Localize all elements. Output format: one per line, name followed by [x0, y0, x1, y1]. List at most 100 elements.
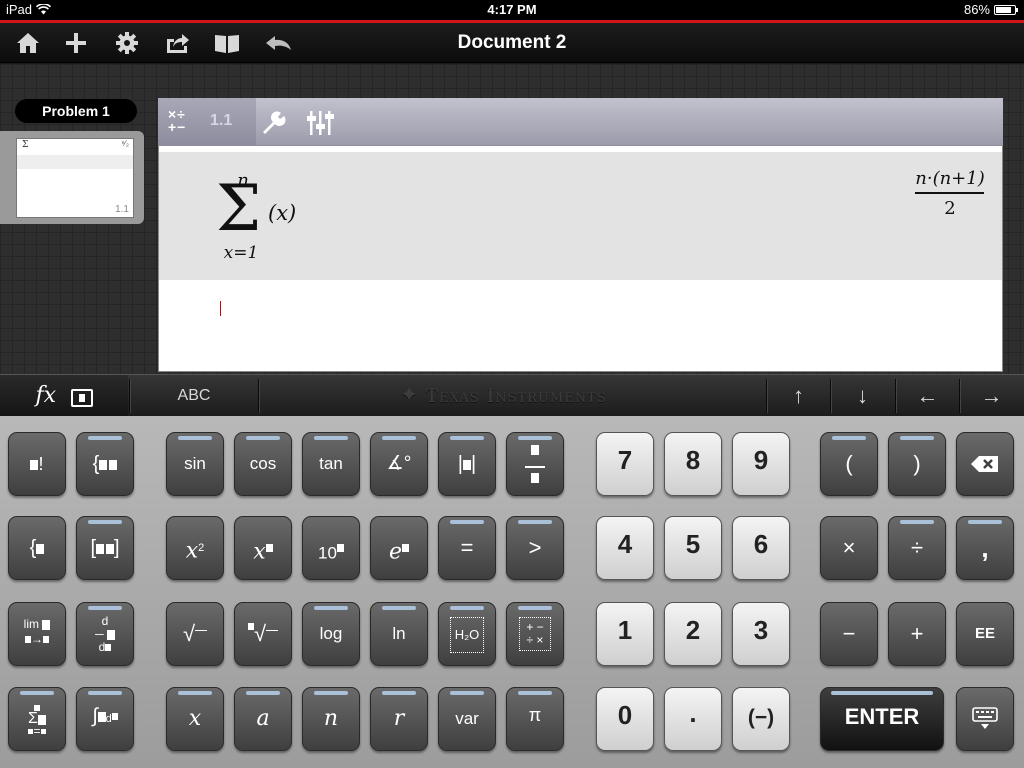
- clock: 4:17 PM: [487, 2, 537, 17]
- key-9[interactable]: 9: [732, 432, 790, 496]
- tan-label: tan: [319, 454, 343, 473]
- pi-key[interactable]: π: [506, 687, 564, 751]
- matrix-template-key[interactable]: []: [76, 516, 134, 580]
- fraction-template-key[interactable]: [506, 432, 564, 496]
- square-root-key[interactable]: √: [166, 602, 224, 666]
- arrow-up-key[interactable]: ↑: [767, 375, 830, 417]
- sin-label: sin: [184, 454, 206, 473]
- log-key[interactable]: log: [302, 602, 360, 666]
- negative-key[interactable]: (−): [732, 687, 790, 751]
- tab-math[interactable]: fx: [0, 375, 128, 417]
- key-2[interactable]: 2: [664, 602, 722, 666]
- plus-key[interactable]: +: [888, 602, 946, 666]
- derivative-template-key[interactable]: d ─ d: [76, 602, 134, 666]
- tab-abc[interactable]: ABC: [130, 375, 258, 417]
- key-1[interactable]: 1: [596, 602, 654, 666]
- backspace-key[interactable]: [956, 432, 1014, 496]
- backspace-icon: [957, 455, 1013, 479]
- ee-key[interactable]: EE: [956, 602, 1014, 666]
- battery-icon: [994, 4, 1018, 15]
- wrench-icon[interactable]: [260, 110, 286, 141]
- expression-box-icon: + − ÷ ×: [519, 617, 551, 651]
- expression-box-key[interactable]: + − ÷ ×: [506, 602, 564, 666]
- sliders-icon[interactable]: [306, 109, 336, 142]
- key-6[interactable]: 6: [732, 516, 790, 580]
- key-7[interactable]: 7: [596, 432, 654, 496]
- result-denominator: 2: [944, 198, 956, 219]
- sin-key[interactable]: sin: [166, 432, 224, 496]
- tab-divider: [258, 379, 259, 413]
- divide-key[interactable]: ÷: [888, 516, 946, 580]
- result-fraction-bar: [915, 192, 984, 194]
- nth-root-key[interactable]: √: [234, 602, 292, 666]
- sigma-icon: Σ: [216, 172, 262, 246]
- limit-template-key[interactable]: lim →: [8, 602, 66, 666]
- thumb-sigma-icon: Σ: [22, 140, 29, 150]
- sum-term: (x): [268, 201, 297, 225]
- chemistry-box-key[interactable]: H₂O: [438, 602, 496, 666]
- cos-key[interactable]: cos: [234, 432, 292, 496]
- decimal-key[interactable]: .: [664, 687, 722, 751]
- angle-icon: ∡°: [386, 453, 412, 474]
- open-paren-key[interactable]: (: [820, 432, 878, 496]
- var-r-key[interactable]: r: [370, 687, 428, 751]
- ln-key[interactable]: ln: [370, 602, 428, 666]
- var-a-key[interactable]: a: [234, 687, 292, 751]
- ti-brand-text: Texas Instruments: [425, 385, 607, 407]
- entry-line[interactable]: [159, 280, 1002, 371]
- enter-key[interactable]: ENTER: [820, 687, 944, 751]
- key-0[interactable]: 0: [596, 687, 654, 751]
- calculator-app-icon[interactable]: ×÷ +−: [168, 107, 186, 134]
- page-thumbnail[interactable]: Σ ⁿ⁄₂ 1.1: [16, 138, 134, 218]
- keyboard-icon: [957, 706, 1013, 736]
- greater-than-key[interactable]: >: [506, 516, 564, 580]
- system-template-key[interactable]: {: [8, 516, 66, 580]
- key-4[interactable]: 4: [596, 516, 654, 580]
- fx-label: fx: [35, 383, 57, 408]
- exp-key[interactable]: e: [370, 516, 428, 580]
- var-n-key[interactable]: n: [302, 687, 360, 751]
- key-8[interactable]: 8: [664, 432, 722, 496]
- var-x-key[interactable]: x: [166, 687, 224, 751]
- keyboard-toggle-key[interactable]: [956, 687, 1014, 751]
- close-paren-key[interactable]: ): [888, 432, 946, 496]
- tan-key[interactable]: tan: [302, 432, 360, 496]
- thumb-entry-band: [17, 155, 133, 169]
- multiply-key[interactable]: ×: [820, 516, 878, 580]
- result-numerator: n·(n+1): [915, 168, 985, 189]
- equals-key[interactable]: =: [438, 516, 496, 580]
- document-title: Document 2: [457, 32, 567, 53]
- power-key[interactable]: x: [234, 516, 292, 580]
- comma-key[interactable]: ,: [956, 516, 1014, 580]
- arrow-left-key[interactable]: ←: [896, 375, 959, 417]
- summation-template-key[interactable]: Σ =: [8, 687, 66, 751]
- factorial-key[interactable]: !: [8, 432, 66, 496]
- arrow-right-key[interactable]: →: [960, 375, 1023, 417]
- piecewise-template-key[interactable]: {: [76, 432, 134, 496]
- page-number: 1.1: [210, 112, 233, 129]
- integral-icon: ∫ d: [77, 705, 133, 730]
- thumb-fraction-icon: ⁿ⁄₂: [121, 139, 129, 148]
- page-toolbar: ×÷ +− 1.1: [158, 98, 1003, 146]
- key-3[interactable]: 3: [732, 602, 790, 666]
- keyboard-tab-bar: fx ABC ✦ Texas Instruments ↑ ↓ ← →: [0, 374, 1024, 417]
- integral-template-key[interactable]: ∫ d: [76, 687, 134, 751]
- battery-percent: 86%: [963, 2, 990, 17]
- ti-state-icon: ✦: [400, 383, 420, 408]
- ti-logo: ✦ Texas Instruments: [400, 383, 630, 409]
- abs-value-key[interactable]: | |: [438, 432, 496, 496]
- sum-lower-limit: x=1: [223, 243, 259, 263]
- arrow-down-key[interactable]: ↓: [831, 375, 894, 417]
- minus-key[interactable]: −: [820, 602, 878, 666]
- var-key[interactable]: var: [438, 687, 496, 751]
- thumb-page-number: 1.1: [115, 204, 129, 215]
- document-toolbar: Document 2: [0, 23, 1024, 63]
- ten-power-key[interactable]: 10: [302, 516, 360, 580]
- status-bar: iPad 4:17 PM 86%: [0, 0, 1024, 20]
- key-5[interactable]: 5: [664, 516, 722, 580]
- angle-key[interactable]: ∡°: [370, 432, 428, 496]
- square-key[interactable]: x2: [166, 516, 224, 580]
- keypad: ! { sin cos tan ∡° | | 7 8 9 ( ) { [] x2 …: [0, 416, 1024, 768]
- problem-label[interactable]: Problem 1: [15, 99, 137, 123]
- cos-label: cos: [249, 454, 277, 473]
